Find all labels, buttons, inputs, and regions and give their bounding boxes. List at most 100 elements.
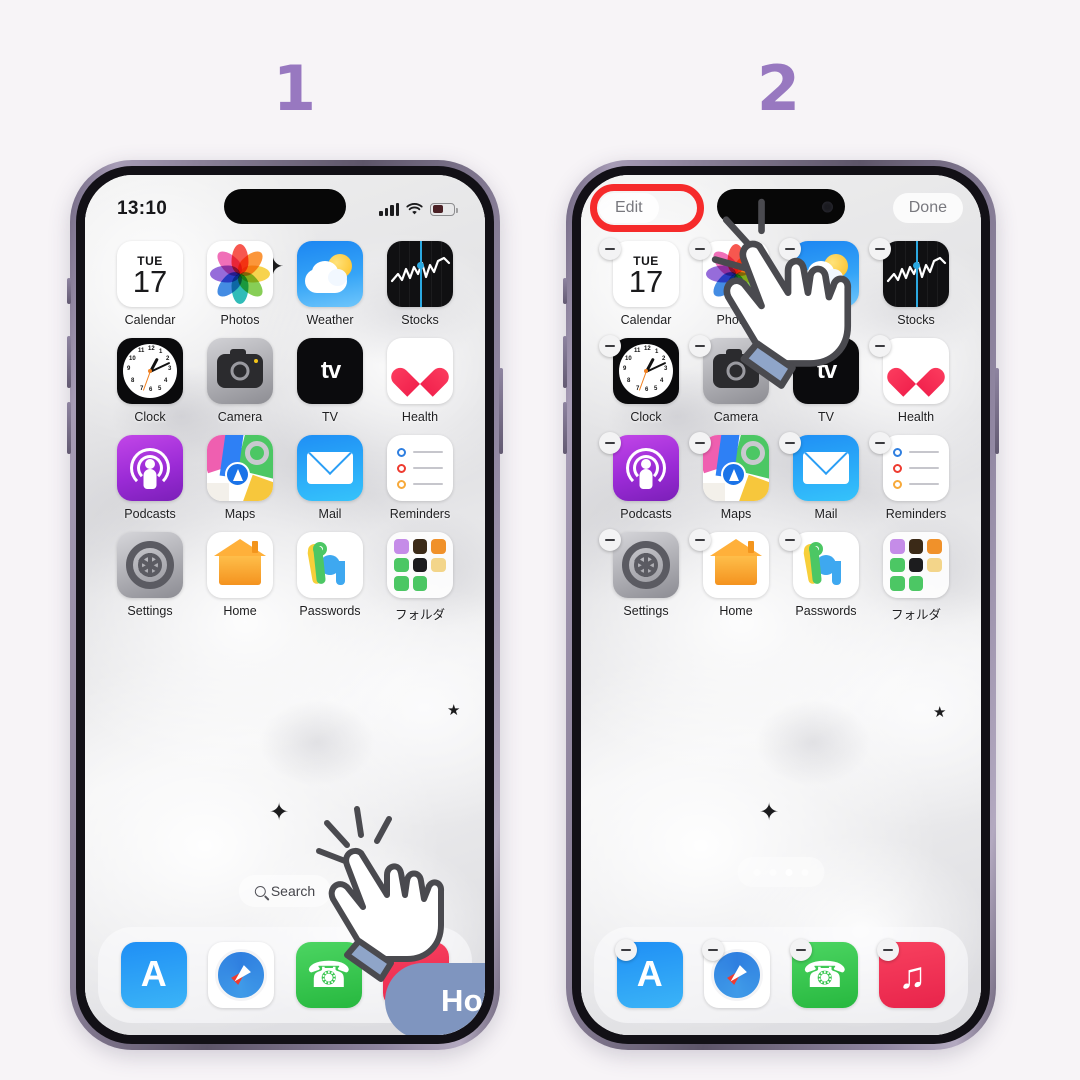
app-icon-maps[interactable]: Maps [689, 432, 781, 521]
app-icon-weather[interactable]: Weather [779, 238, 871, 327]
app-icon-mail[interactable]: Mail [779, 432, 871, 521]
tutorial-canvas: 1 2 ✦ ✦ ★ ✦ 13:10 [0, 0, 1080, 1080]
dock-icon-safari[interactable] [208, 942, 275, 1008]
folder-icon [883, 532, 949, 598]
app-label: Maps [224, 507, 256, 521]
minus-badge-icon[interactable] [779, 238, 801, 260]
calendar-day: 17 [628, 263, 664, 299]
minus-badge-icon[interactable] [779, 432, 801, 454]
minus-badge-icon[interactable] [599, 529, 621, 551]
dock-icon-phone[interactable]: ☎ [295, 942, 362, 1008]
app-icon-camera[interactable]: Camera [195, 338, 285, 424]
minus-badge-icon[interactable] [869, 335, 891, 357]
minus-badge-icon[interactable] [689, 432, 711, 454]
app-label: Clock [630, 410, 662, 424]
app-icon-calendar[interactable]: TUE 17 Calendar [105, 241, 195, 327]
app-label: Calendar [620, 313, 672, 327]
search-button[interactable]: Search [238, 875, 332, 907]
app-icon-calendar[interactable]: TUE 17 Calendar [599, 238, 691, 327]
dock-icon-safari[interactable] [702, 939, 771, 1008]
dock-icon-app-store[interactable]: A [120, 942, 187, 1008]
weather-icon [297, 241, 363, 307]
page-dot [801, 868, 809, 876]
app-icon-settings[interactable]: Settings [599, 529, 691, 623]
app-icon-mail[interactable]: Mail [285, 435, 375, 521]
app-icon-reminders[interactable]: Reminders [375, 435, 465, 521]
photos-icon [703, 241, 769, 307]
volume-down-button[interactable] [67, 402, 71, 454]
minus-badge-icon[interactable] [779, 529, 801, 551]
home-screen-1: ✦ ✦ ★ ✦ 13:10 [85, 175, 485, 1035]
app-label: Settings [623, 604, 669, 618]
app-icon-passwords[interactable]: Passwords [779, 529, 871, 623]
home-icon [703, 532, 769, 598]
minus-badge-icon[interactable] [599, 238, 621, 260]
app-label: フォルダ [890, 608, 941, 622]
power-button[interactable] [499, 368, 503, 454]
maps-icon [207, 435, 273, 501]
camera-icon [703, 338, 769, 404]
apple-tv-icon: tv [297, 338, 363, 404]
dock-icon-app-store[interactable]: A [614, 939, 683, 1008]
app-icon-tv[interactable]: tv TV [779, 335, 871, 424]
app-label: Photos [716, 313, 756, 327]
dock-icon-phone[interactable]: ☎ [789, 939, 858, 1008]
power-button[interactable] [995, 368, 999, 454]
app-icon-photos[interactable]: Photos [689, 238, 781, 327]
app-icon-photos[interactable]: Photos [195, 241, 285, 327]
minus-badge-icon[interactable] [689, 238, 711, 260]
minus-badge-icon[interactable] [599, 335, 621, 357]
status-time: 13:10 [117, 198, 168, 219]
page-dot [753, 868, 761, 876]
dock-icon-music[interactable]: ♫ [877, 939, 946, 1008]
app-icon-camera[interactable]: Camera [689, 335, 781, 424]
done-button[interactable]: Done [892, 193, 963, 223]
volume-down-button[interactable] [563, 402, 567, 454]
calendar-day: 17 [132, 263, 168, 299]
minus-badge-icon[interactable] [789, 939, 812, 961]
app-icon-folder[interactable]: フォルダ [871, 532, 961, 623]
highlight-ring [590, 184, 704, 232]
app-icon-maps[interactable]: Maps [195, 435, 285, 521]
app-icon-podcasts[interactable]: Podcasts [105, 435, 195, 521]
phone-step-2: ✦ ✦ ★ ✦ Edit Done TUE 17 Calendar [563, 160, 999, 1050]
clock-icon: 12 3 69 12 45 78 10 11 [613, 338, 679, 404]
minus-badge-icon[interactable] [689, 529, 711, 551]
app-icon-clock[interactable]: 12 3 69 12 45 78 10 11 Clock [105, 338, 195, 424]
silent-switch[interactable] [67, 278, 71, 304]
minus-badge-icon[interactable] [869, 432, 891, 454]
app-icon-home[interactable]: Home [195, 532, 285, 623]
minus-badge-icon[interactable] [689, 335, 711, 357]
app-icon-health[interactable]: Health [375, 338, 465, 424]
app-icon-health[interactable]: Health [869, 335, 961, 424]
settings-icon [613, 532, 679, 598]
app-icon-reminders[interactable]: Reminders [869, 432, 961, 521]
app-icon-clock[interactable]: 12 3 69 12 45 78 10 11 Clock [599, 335, 691, 424]
app-icon-tv[interactable]: tv TV [285, 338, 375, 424]
page-dot [769, 868, 777, 876]
dynamic-island [717, 189, 845, 224]
volume-up-button[interactable] [563, 336, 567, 388]
app-icon-stocks[interactable]: Stocks [869, 238, 961, 327]
minus-badge-icon[interactable] [779, 335, 801, 357]
passwords-icon [297, 532, 363, 598]
app-icon-folder[interactable]: フォルダ [375, 532, 465, 623]
dynamic-island [224, 189, 346, 224]
minus-badge-icon[interactable] [599, 432, 621, 454]
app-icon-settings[interactable]: Settings [105, 532, 195, 623]
app-icon-passwords[interactable]: Passwords [285, 532, 375, 623]
calendar-icon: TUE 17 [117, 241, 183, 307]
volume-up-button[interactable] [67, 336, 71, 388]
minus-badge-icon[interactable] [614, 939, 637, 961]
silent-switch[interactable] [563, 278, 567, 304]
app-label: TV [322, 410, 338, 424]
app-icon-podcasts[interactable]: Podcasts [599, 432, 691, 521]
app-label: Weather [802, 313, 850, 327]
app-icon-stocks[interactable]: Stocks [375, 241, 465, 327]
app-label: Health [401, 410, 439, 424]
minus-badge-icon[interactable] [869, 238, 891, 260]
app-store-icon: A [120, 942, 187, 1008]
page-indicator[interactable] [737, 857, 825, 887]
app-icon-home[interactable]: Home [689, 529, 781, 623]
app-icon-weather[interactable]: Weather [285, 241, 375, 327]
